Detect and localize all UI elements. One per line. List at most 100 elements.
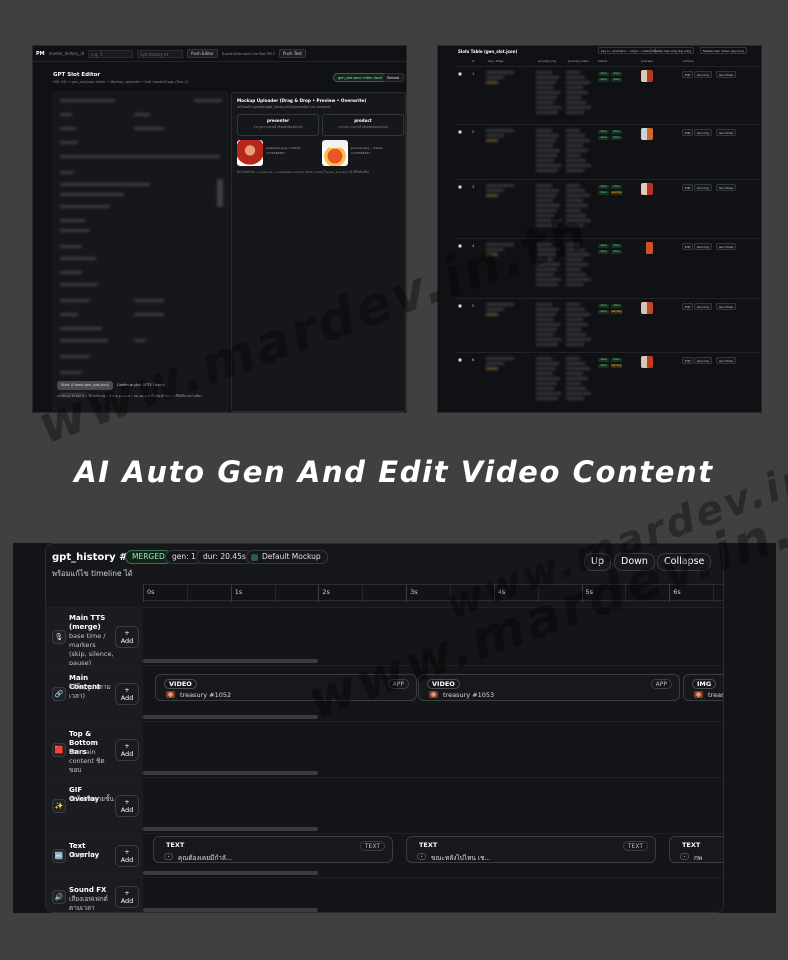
row-action-button[interactable]: Gen Video bbox=[716, 71, 737, 78]
track-icon: 🔤 bbox=[52, 849, 66, 863]
ruler-tick bbox=[230, 585, 232, 602]
text-clip[interactable]: TEXT TEXT • ขณะหลังไปไหน เช... bbox=[406, 836, 656, 863]
status-badge: done bbox=[611, 185, 622, 189]
row-action-button[interactable]: Gen Img bbox=[694, 184, 712, 191]
track-icon: 🎙 bbox=[52, 630, 66, 644]
row-action-button[interactable]: Gen Video bbox=[716, 129, 737, 136]
product-hint: ลากรูปมาวางตรงนี้ หรือคลิกเพื่อเลือกไฟล์ bbox=[338, 125, 388, 129]
drag-handle-icon[interactable]: • bbox=[417, 853, 426, 860]
up-button[interactable]: Up bbox=[584, 553, 611, 571]
page-title: GPT Slot Editor bbox=[53, 72, 101, 78]
reload-button[interactable]: Reload bbox=[382, 73, 404, 82]
add-clip-button[interactable]: + Add bbox=[115, 739, 139, 761]
start-button[interactable]: Start (Create gen_slot.json) bbox=[57, 381, 114, 390]
track-label-panel: 🔊 Sound FX เสียงเอฟเฟกต์ ตามเวลา + Add bbox=[46, 878, 143, 912]
ruler-subtick bbox=[449, 585, 451, 602]
ruler-label: 0s bbox=[147, 588, 155, 596]
clip-text: ขณะหลังไปไหน เช... bbox=[431, 854, 491, 862]
row-action-button[interactable]: Edit bbox=[682, 303, 694, 310]
continue-label: Continue (Ask GPT2 Found) bbox=[117, 383, 165, 387]
text-clip[interactable]: TEXT • กพ bbox=[669, 836, 723, 863]
row-action-button[interactable]: Gen Video bbox=[716, 243, 737, 250]
search-input[interactable]: e.g. 3 bbox=[88, 49, 134, 58]
status-badge: done bbox=[611, 244, 622, 248]
row-checkbox[interactable] bbox=[458, 72, 462, 76]
row-checkbox[interactable] bbox=[458, 244, 462, 248]
row-checkbox[interactable] bbox=[458, 304, 462, 308]
ruler-tick bbox=[318, 585, 320, 602]
add-clip-button[interactable]: + Add bbox=[115, 626, 139, 648]
track-scrollbar[interactable] bbox=[143, 771, 318, 775]
track-scrollbar[interactable] bbox=[143, 715, 318, 719]
row-action-button[interactable]: Gen Video bbox=[716, 303, 737, 310]
presenter-label: presenter bbox=[266, 118, 290, 123]
master-gen-img-button[interactable]: Master Gen Img (bg only) bbox=[650, 47, 695, 54]
row-action-button[interactable]: Edit bbox=[682, 184, 694, 191]
track-lane[interactable] bbox=[143, 778, 723, 834]
row-action-button[interactable]: Gen Img bbox=[694, 71, 712, 78]
status-badge: done bbox=[598, 310, 609, 314]
track-lane[interactable]: VIDEO APP treasury #1052 VIDEO APP treasury #… bbox=[143, 666, 723, 722]
row-action-button[interactable]: Gen Img bbox=[694, 303, 712, 310]
history-id-input[interactable]: Gpt History Id bbox=[137, 49, 184, 58]
mockup-label: Default Mockup bbox=[262, 552, 321, 561]
ruler-label: 3s bbox=[410, 588, 418, 596]
preview-thumbnail bbox=[641, 128, 653, 140]
row-action-button[interactable]: Edit bbox=[682, 243, 694, 250]
track-lane[interactable] bbox=[143, 722, 723, 778]
drag-handle-icon[interactable]: • bbox=[164, 853, 173, 860]
ruler-subtick bbox=[186, 585, 188, 602]
row-action-button[interactable]: Gen Img bbox=[694, 129, 712, 136]
key-filter[interactable]: key k • prompt k • img k • video k bbox=[598, 47, 656, 54]
track-scrollbar[interactable] bbox=[143, 827, 318, 831]
track-scrollbar[interactable] bbox=[143, 908, 318, 912]
track-scrollbar[interactable] bbox=[143, 871, 318, 875]
mockup-selector[interactable]: Default Mockup bbox=[246, 550, 328, 564]
track-label-panel: 🔤 Text Overlay บนสุด + Add bbox=[46, 834, 143, 878]
row-action-button[interactable]: Gen Video bbox=[716, 184, 737, 191]
timeline-screenshot: gpt_history #441 MERGED gen: 1 dur: 20.4… bbox=[13, 543, 776, 913]
row-action-button[interactable]: Edit bbox=[682, 71, 694, 78]
status-badge: done bbox=[598, 185, 609, 189]
add-clip-button[interactable]: + Add bbox=[115, 795, 139, 817]
master-gen-video-button[interactable]: Master Gen Video (bg only) bbox=[700, 47, 748, 54]
down-button[interactable]: Down bbox=[614, 553, 655, 571]
media-clip[interactable]: VIDEO APP treasury #1053 bbox=[418, 674, 680, 701]
add-clip-button[interactable]: + Add bbox=[115, 845, 139, 867]
drag-handle-icon[interactable]: • bbox=[680, 853, 689, 860]
clip-thumbnail bbox=[694, 691, 703, 698]
text-clip[interactable]: TEXT TEXT • คุณต้องเคยมีกำลั... bbox=[153, 836, 393, 863]
media-clip[interactable]: VIDEO APP treasury #1052 bbox=[155, 674, 417, 701]
clip-name: treasury #1053 bbox=[443, 691, 495, 699]
track-label-panel: 🎙 Main TTS (merge) base time / markers (sk… bbox=[46, 608, 143, 667]
push-editor-button[interactable]: Push Editor bbox=[187, 49, 218, 58]
col-prompt-img: prompt_img bbox=[538, 59, 557, 63]
track-lane[interactable] bbox=[143, 608, 723, 666]
row-action-button[interactable]: Gen Img bbox=[694, 357, 712, 364]
row-action-button[interactable]: Gen Video bbox=[716, 357, 737, 364]
presenter-dropzone[interactable]: presenter ลากรูปมาวางตรงนี้ หรือคลิกเพื่… bbox=[237, 114, 319, 136]
ruler-label: 2s bbox=[322, 588, 330, 596]
add-clip-button[interactable]: + Add bbox=[115, 683, 139, 705]
row-action-button[interactable]: Gen Img bbox=[694, 243, 712, 250]
timeline-track: 🔊 Sound FX เสียงเอฟเฟกต์ ตามเวลา + Add bbox=[46, 877, 723, 912]
row-checkbox[interactable] bbox=[458, 185, 462, 189]
add-clip-button[interactable]: + Add bbox=[115, 885, 139, 908]
ruler-tick bbox=[581, 585, 583, 602]
preview-thumbnail bbox=[641, 242, 653, 254]
push-text-button[interactable]: Push Text bbox=[279, 49, 306, 58]
presenter-thumbnail bbox=[237, 140, 263, 166]
row-action-button[interactable]: Edit bbox=[682, 129, 694, 136]
row-action-button[interactable]: Edit bbox=[682, 357, 694, 364]
col-preview: preview bbox=[641, 59, 653, 63]
media-clip[interactable]: IMG treas bbox=[683, 674, 723, 701]
clip-thumbnail bbox=[166, 691, 175, 698]
product-dropzone[interactable]: product ลากรูปมาวางตรงนี้ หรือคลิกเพื่อเ… bbox=[322, 114, 404, 136]
time-ruler[interactable]: 0s 1s 2s 3s 4s 5s 6s bbox=[143, 584, 723, 602]
track-scrollbar[interactable] bbox=[143, 659, 318, 663]
row-checkbox[interactable] bbox=[458, 130, 462, 134]
ruler-tick bbox=[669, 585, 671, 602]
collapse-button[interactable]: Collapse bbox=[657, 553, 712, 571]
track-description: ทับ main content ชิดขอบ bbox=[69, 748, 105, 774]
row-checkbox[interactable] bbox=[458, 358, 462, 362]
